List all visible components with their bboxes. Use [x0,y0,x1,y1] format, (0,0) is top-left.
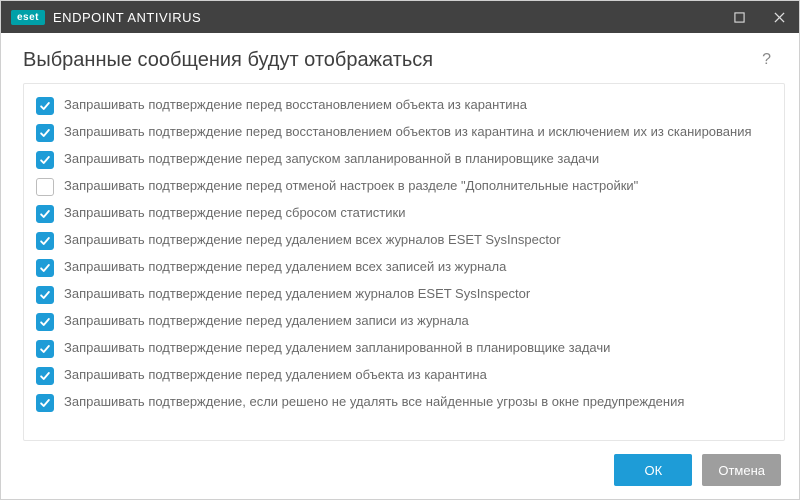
checkbox[interactable] [36,151,54,169]
checkbox[interactable] [36,340,54,358]
checkbox-label: Запрашивать подтверждение перед удаление… [64,285,530,303]
checkbox-label: Запрашивать подтверждение перед восстано… [64,96,527,114]
minimize-button[interactable] [719,1,759,33]
checkbox-label: Запрашивать подтверждение перед отменой … [64,177,638,195]
checkbox[interactable] [36,124,54,142]
list-item: Запрашивать подтверждение перед удаление… [34,362,774,389]
checkbox[interactable] [36,232,54,250]
close-icon [774,12,785,23]
list-item: Запрашивать подтверждение, если решено н… [34,389,774,416]
list-item: Запрашивать подтверждение перед сбросом … [34,200,774,227]
checkbox-label: Запрашивать подтверждение перед восстано… [64,123,752,141]
ok-button[interactable]: ОК [614,454,692,486]
cancel-button[interactable]: Отмена [702,454,781,486]
checkbox-label: Запрашивать подтверждение перед удаление… [64,258,506,276]
checkbox-label: Запрашивать подтверждение, если решено н… [64,393,684,411]
content-wrapper: Запрашивать подтверждение перед восстано… [1,83,799,441]
checkbox-label: Запрашивать подтверждение перед удаление… [64,339,610,357]
list-item: Запрашивать подтверждение перед удаление… [34,335,774,362]
list-item: Запрашивать подтверждение перед удаление… [34,227,774,254]
list-item: Запрашивать подтверждение перед удаление… [34,281,774,308]
list-item: Запрашивать подтверждение перед восстано… [34,92,774,119]
checkbox[interactable] [36,394,54,412]
titlebar: eset ENDPOINT ANTIVIRUS [1,1,799,33]
checkbox-list[interactable]: Запрашивать подтверждение перед восстано… [23,83,785,441]
list-item: Запрашивать подтверждение перед удаление… [34,308,774,335]
checkbox[interactable] [36,178,54,196]
close-button[interactable] [759,1,799,33]
list-item: Запрашивать подтверждение перед восстано… [34,119,774,146]
page-title: Выбранные сообщения будут отображаться [23,49,756,72]
list-item: Запрашивать подтверждение перед удаление… [34,254,774,281]
checkbox-label: Запрашивать подтверждение перед удаление… [64,231,561,249]
checkbox-label: Запрашивать подтверждение перед запуском… [64,150,599,168]
checkbox-label: Запрашивать подтверждение перед удаление… [64,312,469,330]
minimize-icon [734,12,745,23]
dialog-footer: ОК Отмена [1,441,799,499]
product-name: ENDPOINT ANTIVIRUS [53,10,201,25]
list-item: Запрашивать подтверждение перед запуском… [34,146,774,173]
help-icon[interactable]: ? [756,47,777,73]
checkbox-label: Запрашивать подтверждение перед сбросом … [64,204,405,222]
dialog-header: Выбранные сообщения будут отображаться ? [1,33,799,83]
checkbox[interactable] [36,205,54,223]
checkbox[interactable] [36,367,54,385]
checkbox[interactable] [36,313,54,331]
brand-badge: eset [11,10,45,25]
checkbox-label: Запрашивать подтверждение перед удаление… [64,366,487,384]
dialog-window: eset ENDPOINT ANTIVIRUS Выбранные сообще… [0,0,800,500]
checkbox[interactable] [36,259,54,277]
checkbox[interactable] [36,286,54,304]
checkbox[interactable] [36,97,54,115]
list-item: Запрашивать подтверждение перед отменой … [34,173,774,200]
